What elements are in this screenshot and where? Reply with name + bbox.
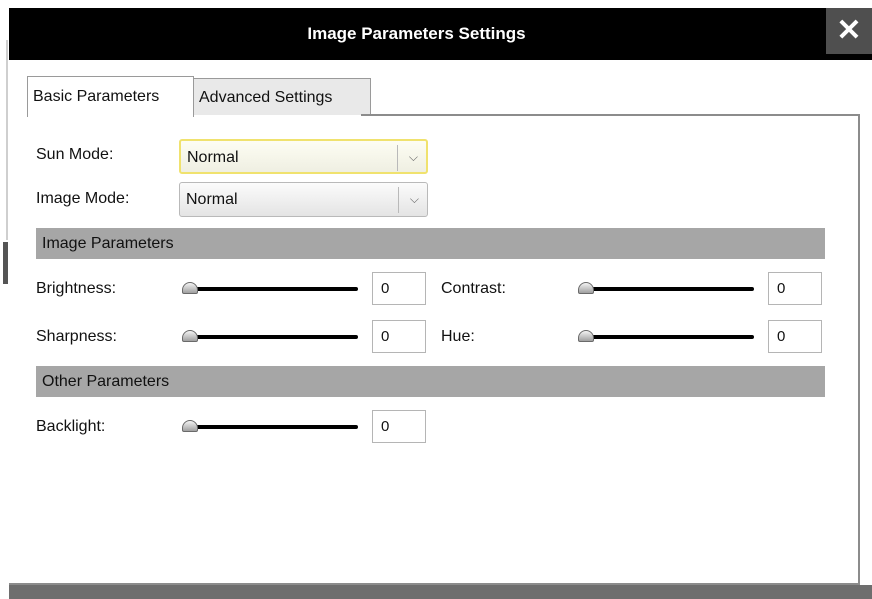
brightness-label: Brightness: <box>36 280 117 297</box>
slider-handle[interactable] <box>182 330 198 342</box>
edge-handle <box>3 242 8 284</box>
backlight-input[interactable]: 0 <box>372 410 426 443</box>
select-separator <box>398 187 399 213</box>
image-mode-value: Normal <box>186 191 238 208</box>
slider-handle[interactable] <box>578 282 594 294</box>
image-mode-select[interactable]: Normal ⌵ <box>179 182 428 217</box>
dialog-footer-bar <box>9 585 872 599</box>
slider-handle[interactable] <box>578 330 594 342</box>
sun-mode-value: Normal <box>187 149 239 166</box>
close-button[interactable]: ✕ <box>826 8 872 54</box>
section-image-parameters: Image Parameters <box>36 228 825 259</box>
brightness-slider[interactable] <box>182 280 358 300</box>
sun-mode-label: Sun Mode: <box>36 146 114 163</box>
sharpness-input[interactable]: 0 <box>372 320 426 353</box>
contrast-input[interactable]: 0 <box>768 272 822 305</box>
image-mode-label: Image Mode: <box>36 190 130 207</box>
sharpness-label: Sharpness: <box>36 328 117 345</box>
slider-track <box>188 287 358 291</box>
backlight-slider[interactable] <box>182 418 358 438</box>
slider-handle[interactable] <box>182 420 198 432</box>
hue-slider[interactable] <box>578 328 754 348</box>
slider-track <box>188 425 358 429</box>
brightness-input[interactable]: 0 <box>372 272 426 305</box>
backlight-label: Backlight: <box>36 418 106 435</box>
select-separator <box>397 145 398 171</box>
sun-mode-select[interactable]: Normal ⌵ <box>179 139 428 174</box>
slider-track <box>584 287 754 291</box>
sharpness-slider[interactable] <box>182 328 358 348</box>
hue-input[interactable]: 0 <box>768 320 822 353</box>
contrast-slider[interactable] <box>578 280 754 300</box>
edge-divider <box>6 40 8 240</box>
tab-advanced-settings[interactable]: Advanced Settings <box>193 78 371 115</box>
section-other-parameters: Other Parameters <box>36 366 825 397</box>
chevron-down-icon[interactable]: ⌵ <box>409 141 418 174</box>
image-parameters-dialog: Image Parameters Settings ✕ Basic Parame… <box>9 8 872 599</box>
slider-track <box>584 335 754 339</box>
close-icon: ✕ <box>836 14 862 47</box>
window-left-edge <box>0 0 9 599</box>
dialog-title: Image Parameters Settings <box>307 24 526 43</box>
hue-label: Hue: <box>441 328 475 345</box>
slider-handle[interactable] <box>182 282 198 294</box>
basic-parameters-panel: Sun Mode: Normal ⌵ Image Mode: Normal ⌵ … <box>9 114 860 585</box>
tab-basic-parameters[interactable]: Basic Parameters <box>27 76 194 117</box>
dialog-titlebar: Image Parameters Settings ✕ <box>9 8 872 60</box>
contrast-label: Contrast: <box>441 280 506 297</box>
slider-track <box>188 335 358 339</box>
chevron-down-icon[interactable]: ⌵ <box>410 183 419 216</box>
